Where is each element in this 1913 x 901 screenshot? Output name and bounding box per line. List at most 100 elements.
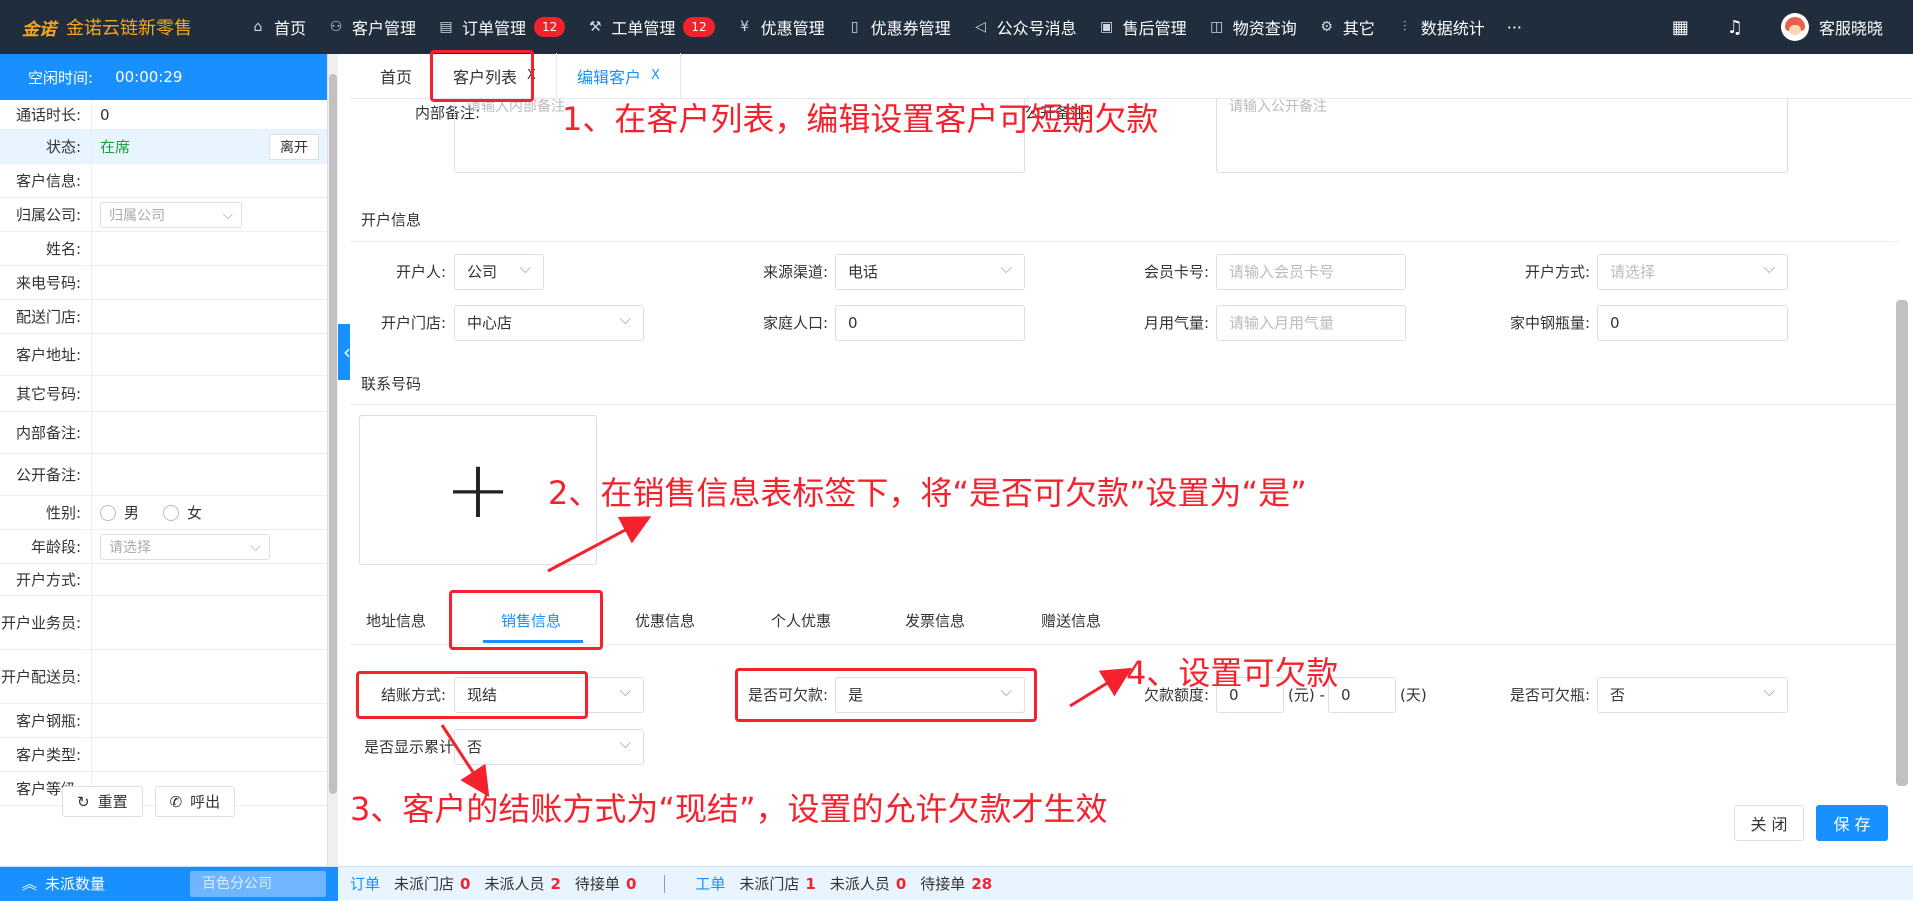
coupon-icon: ▯ bbox=[850, 19, 859, 35]
qrcode-icon[interactable]: ▦ bbox=[1672, 17, 1689, 38]
gas-usage-input[interactable]: 请输入月用气量 bbox=[1216, 305, 1406, 341]
idle-time: 00:00:29 bbox=[115, 68, 183, 86]
member-card-input[interactable]: 请输入会员卡号 bbox=[1216, 254, 1406, 290]
cylinder-label: 客户钢瓶: bbox=[0, 704, 92, 737]
row-type: 客户类型: bbox=[0, 738, 327, 772]
subtab-discount[interactable]: 优惠信息 bbox=[635, 610, 695, 631]
nav-coupons[interactable]: ▯ 优惠券管理 bbox=[847, 0, 951, 54]
nav-statistics[interactable]: ⫶ 数据统计 bbox=[1397, 0, 1485, 54]
public-note-label: 公开备注: bbox=[0, 454, 92, 495]
nav-home[interactable]: ⌂ 首页 bbox=[250, 0, 306, 54]
aftersale-icon: ▣ bbox=[1100, 19, 1114, 35]
other-phone-field[interactable] bbox=[92, 376, 327, 411]
reset-button[interactable]: ↻ 重置 bbox=[62, 786, 143, 817]
nav-more[interactable]: ··· bbox=[1507, 0, 1522, 54]
call-label: 呼出 bbox=[190, 794, 221, 811]
nav-orders[interactable]: ▤ 订单管理 12 bbox=[438, 0, 566, 54]
nav-materials[interactable]: ◫ 物资查询 bbox=[1209, 0, 1297, 54]
subtab-gift[interactable]: 赠送信息 bbox=[1041, 610, 1101, 631]
subtab-address[interactable]: 地址信息 bbox=[366, 610, 426, 631]
logo-name: 金诺云链新零售 bbox=[66, 18, 192, 39]
family-input[interactable]: 0 bbox=[835, 305, 1025, 341]
subtab-personal-discount[interactable]: 个人优惠 bbox=[771, 610, 831, 631]
idle-label: 空闲时间: bbox=[28, 68, 94, 87]
chart-icon: ⫶ bbox=[1402, 19, 1407, 35]
nav-label: 首页 bbox=[274, 19, 307, 38]
customer-info-label: 客户信息: bbox=[0, 164, 92, 197]
gender-male-radio[interactable]: 男 bbox=[100, 502, 139, 523]
row-store: 配送门店: bbox=[0, 300, 327, 334]
yen-icon: ¥ bbox=[740, 19, 750, 35]
subtab-invoice[interactable]: 发票信息 bbox=[905, 610, 965, 631]
left-scrollbar[interactable] bbox=[328, 54, 338, 866]
cylinder-credit-select[interactable]: 否 bbox=[1597, 674, 1788, 713]
source-select[interactable]: 电话 bbox=[835, 251, 1025, 290]
nav-tickets[interactable]: ⚒ 工单管理 12 bbox=[587, 0, 715, 54]
left-actions: ↻ 重置 ✆ 呼出 bbox=[62, 786, 236, 817]
internal-note-field[interactable] bbox=[92, 412, 327, 453]
nav-label: 公众号消息 bbox=[996, 19, 1077, 38]
open-way-select[interactable]: 请选择 bbox=[1597, 251, 1788, 290]
row-name: 姓名: bbox=[0, 232, 327, 266]
annotation-step-2: 2、在销售信息表标签下，将“是否可欠款”设置为“是” bbox=[548, 474, 1307, 512]
age-select[interactable]: 请选择 ⌵ bbox=[100, 533, 270, 560]
nav-aftersale[interactable]: ▣ 售后管理 bbox=[1099, 0, 1187, 54]
call-out-button[interactable]: ✆ 呼出 bbox=[154, 786, 236, 817]
address-field[interactable] bbox=[92, 334, 327, 375]
gender-female-radio[interactable]: 女 bbox=[163, 502, 202, 523]
show-total-select[interactable]: 否 bbox=[454, 726, 644, 765]
nav-wechat-messages[interactable]: ◁ 公众号消息 bbox=[973, 0, 1077, 54]
bell-icon[interactable]: ♫ bbox=[1727, 17, 1743, 38]
age-label: 年龄段: bbox=[0, 530, 92, 563]
home-cylinder-input[interactable]: 0 bbox=[1597, 305, 1788, 341]
opener-label: 开户人: bbox=[395, 263, 446, 281]
logo[interactable]: 金诺 金诺云链新零售 bbox=[0, 14, 250, 40]
ticket-pending: 待接单 28 bbox=[920, 873, 992, 894]
plus-icon: + bbox=[444, 443, 512, 536]
order-unassigned-staff: 未派人员 2 bbox=[484, 873, 560, 894]
ticket-stats-label: 工单 bbox=[695, 875, 726, 893]
save-button[interactable]: 保 存 bbox=[1816, 805, 1888, 841]
open-store-select[interactable]: 中心店 bbox=[454, 302, 644, 341]
tab-home[interactable]: 首页 bbox=[360, 53, 434, 98]
user-name: 客服晓晓 bbox=[1818, 19, 1883, 38]
company-select[interactable]: 归属公司 ⌵ bbox=[100, 201, 242, 228]
stat-label: 待接单 bbox=[920, 875, 966, 893]
row-status: 状态: 在席 离开 bbox=[0, 130, 327, 164]
box-icon: ◫ bbox=[1210, 19, 1224, 35]
phone-field[interactable] bbox=[92, 266, 327, 299]
close-button[interactable]: 关 闭 bbox=[1734, 805, 1804, 841]
idle-timer: 空闲时间: 00:00:29 bbox=[0, 54, 327, 100]
nav-other[interactable]: ⚙ 其它 bbox=[1319, 0, 1375, 54]
store-field[interactable] bbox=[92, 300, 327, 333]
name-field[interactable] bbox=[92, 232, 327, 265]
stat-value: 0 bbox=[895, 875, 907, 893]
stat-label: 未派人员 bbox=[829, 875, 890, 893]
main-scrollbar[interactable] bbox=[1896, 300, 1908, 786]
opener-select[interactable]: 公司 bbox=[454, 251, 544, 290]
company-select[interactable]: 百色分公司 bbox=[190, 870, 326, 897]
nav-customers[interactable]: ⚇ 客户管理 bbox=[328, 0, 416, 54]
close-icon[interactable]: X bbox=[651, 68, 660, 83]
open-method-label: 开户方式: bbox=[0, 564, 92, 595]
order-stats-label: 订单 bbox=[350, 875, 381, 893]
edit-customer-form: 内部备注: 请输入内部备注 公开备注: 请输入公开备注 开户信息 开户人: 公司… bbox=[350, 99, 1900, 866]
leave-button[interactable]: 离开 bbox=[269, 133, 319, 160]
user-menu[interactable]: 客服晓晓 bbox=[1780, 13, 1883, 41]
top-navbar: 金诺 金诺云链新零售 ⌂ 首页 ⚇ 客户管理 ▤ 订单管理 12 ⚒ 工单管理 12 ¥ 优惠… bbox=[0, 0, 1913, 54]
chevron-down-icon: ⌵ bbox=[250, 538, 261, 555]
left-scroll-thumb[interactable] bbox=[329, 74, 337, 794]
gender-female-label: 女 bbox=[187, 504, 203, 522]
nav-discounts[interactable]: ¥ 优惠管理 bbox=[737, 0, 824, 54]
nav-label: 数据统计 bbox=[1420, 19, 1485, 38]
avatar bbox=[1780, 13, 1809, 41]
age-placeholder: 请选择 bbox=[109, 539, 151, 556]
public-note-field[interactable] bbox=[92, 454, 327, 495]
undispatched-panel[interactable]: ︽ 未派数量 百色分公司 bbox=[0, 866, 338, 901]
tab-edit-customer[interactable]: 编辑客户 X bbox=[557, 53, 681, 98]
radio-circle-icon bbox=[100, 504, 116, 521]
nav-label: 其它 bbox=[1342, 19, 1375, 38]
family-label: 家庭人口: bbox=[762, 314, 828, 332]
public-note-textarea[interactable]: 请输入公开备注 bbox=[1216, 99, 1788, 173]
row-open-delivery: 开户配送员: bbox=[0, 650, 327, 704]
